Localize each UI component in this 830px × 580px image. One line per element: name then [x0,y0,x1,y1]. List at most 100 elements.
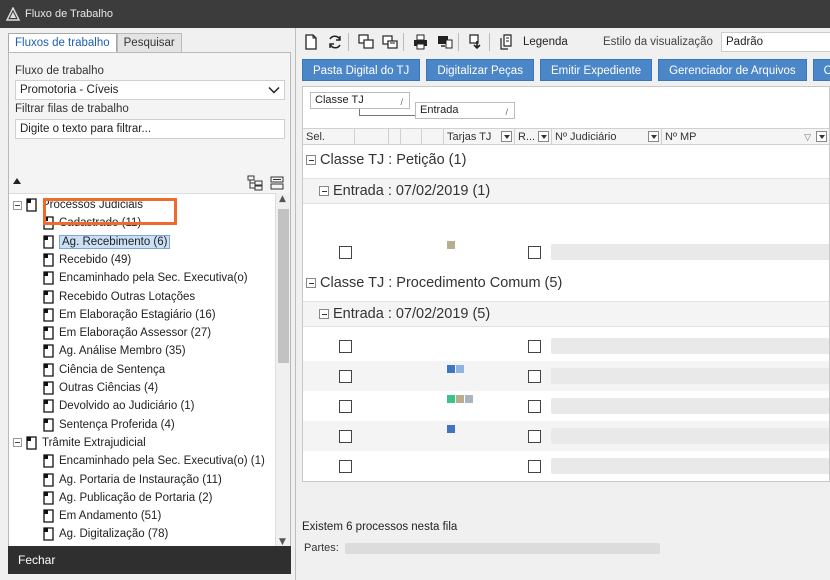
collapse-up-icon[interactable] [13,178,21,184]
column-filter-dropdown-icon[interactable] [648,131,659,142]
row-checkbox[interactable] [528,340,541,353]
filter-label: Filtrar filas de trabalho [15,103,129,115]
tree-item[interactable]: Devolvido ao Judiciário (1) [43,397,195,415]
tree-item[interactable]: Recebido Outras Lotações [43,288,195,306]
tree-item[interactable]: Recebido (49) [43,251,131,269]
column-blank-1[interactable] [355,129,389,145]
tree-item[interactable]: Ciência de Sentença [43,361,165,379]
tree-item[interactable]: Em Andamento (51) [43,507,161,525]
row-checkbox[interactable] [339,370,352,383]
document-icon [43,381,54,395]
column-n-judiciario[interactable]: Nº Judiciário [552,129,662,145]
collapse-icon[interactable] [306,155,316,165]
tree-item[interactable]: Ag. Digitalização (78) [43,525,168,543]
document-icon [43,509,54,523]
redacted-partes [344,542,660,554]
tarja-lightblue [456,365,464,373]
row-checkbox[interactable] [339,430,352,443]
tree-item[interactable]: Encaminhado pela Sec. Executiva(o) (1) [43,452,265,470]
column-filter-dropdown-icon[interactable] [816,131,827,142]
tree-scroll-thumb[interactable] [278,209,289,363]
new-document-icon[interactable] [301,32,321,52]
group-chip-entrada[interactable]: Entrada / [415,102,515,119]
tree-item[interactable]: Cadastrado (11) [43,214,141,232]
tree-item[interactable]: Ag. Análise Membro (35) [43,342,186,360]
view-style-select[interactable]: Padrão [721,32,830,52]
tree-item-label: Ag. Publicação de Portaria (2) [59,491,213,504]
action-button-0[interactable]: Pasta Digital do TJ [302,59,421,81]
legend-icon[interactable] [497,32,517,52]
workflow-select[interactable]: Promotoria - Cíveis [15,80,285,100]
fechar-button[interactable]: Fechar [8,546,291,574]
column-sel[interactable]: Sel. [303,129,355,145]
tab-fluxos-de-trabalho[interactable]: Fluxos de trabalho [8,33,117,53]
expand-all-icon[interactable] [247,175,263,191]
table-row[interactable] [303,391,829,421]
tree-group[interactable]: Processos Judiciais [13,196,143,214]
column-blank-4[interactable] [422,129,444,145]
row-checkbox[interactable] [339,340,352,353]
column-blank-2[interactable] [389,129,401,145]
tree-item[interactable]: Encaminhado pela Sec. Executiva(o) [43,269,248,287]
table-row[interactable] [303,237,829,267]
left-tabs: Fluxos de trabalho Pesquisar [8,33,182,53]
tree-item[interactable]: Ag. Recebimento (6) [43,233,171,251]
tree-vertical-scrollbar[interactable]: ▲ ▼ [275,193,290,551]
action-button-4[interactable]: Co [812,59,830,81]
group-entrada-2[interactable]: Entrada : 07/02/2019 (5) [303,301,829,327]
tree-item[interactable]: Em Elaboração Assessor (27) [43,324,211,342]
table-row[interactable] [303,331,829,361]
tree-item[interactable]: Outras Ciências (4) [43,379,158,397]
tarja-blue [447,365,455,373]
filter-input[interactable]: Digite o texto para filtrar... [15,119,285,139]
action-button-3[interactable]: Gerenciador de Arquivos [658,59,807,81]
tree-item[interactable]: Sentença Proferida (4) [43,416,175,434]
tree-item[interactable]: Em Elaboração Estagiário (16) [43,306,216,324]
partes-info: Partes: [304,542,660,554]
tarja-blue [447,425,455,433]
column-n-mp[interactable]: Nº MP ▽ [662,129,829,145]
group-classe-procedimento-comum[interactable]: Classe TJ : Procedimento Comum (5) [303,270,829,296]
column-tarjas-tj[interactable]: Tarjas TJ [444,129,515,145]
collapse-all-icon[interactable] [269,175,285,191]
table-row[interactable] [303,361,829,391]
row-checkbox[interactable] [339,400,352,413]
collapse-icon[interactable] [319,309,329,319]
legenda-button[interactable]: Legenda [523,36,568,48]
collapse-icon[interactable] [306,278,316,288]
row-checkbox[interactable] [339,460,352,473]
table-row[interactable] [303,421,829,451]
tree-item[interactable]: Ag. Portaria de Instauração (11) [43,471,222,489]
group-classe-peticao[interactable]: Classe TJ : Petição (1) [303,147,829,173]
tile-windows-icon[interactable] [380,32,400,52]
column-blank-3[interactable] [401,129,422,145]
column-header-row: Sel. Tarjas TJ R... Nº Judiciário Nº MP ▽ [303,128,829,145]
export-document-icon[interactable] [466,32,486,52]
row-checkbox[interactable] [528,430,541,443]
toolbar-separator [489,33,490,51]
collapse-icon[interactable] [319,186,329,196]
row-checkbox[interactable] [528,400,541,413]
tree-group[interactable]: Trâmite Extrajudicial [13,434,146,452]
action-button-1[interactable]: Digitalizar Peças [426,59,534,81]
print-icon[interactable] [411,32,431,52]
monitor-icon[interactable] [435,32,455,52]
column-filter-dropdown-icon[interactable] [501,131,512,142]
collapse-icon[interactable] [13,438,22,448]
row-checkbox[interactable] [528,460,541,473]
row-checkbox[interactable] [528,370,541,383]
collapse-icon[interactable] [13,200,22,210]
column-filter-dropdown-icon[interactable] [538,131,549,142]
action-button-2[interactable]: Emitir Expediente [539,59,653,81]
group-chip-classe-tj[interactable]: Classe TJ / [310,92,410,109]
table-row[interactable] [303,451,829,481]
tree-item[interactable]: Ag. Publicação de Portaria (2) [43,489,212,507]
tab-pesquisar[interactable]: Pesquisar [116,33,182,53]
cascade-windows-icon[interactable] [356,32,376,52]
scroll-up-icon[interactable]: ▲ [279,194,286,204]
group-entrada-1[interactable]: Entrada : 07/02/2019 (1) [303,178,829,204]
row-checkbox[interactable] [528,246,541,259]
row-checkbox[interactable] [339,246,352,259]
column-r[interactable]: R... [515,129,552,145]
refresh-icon[interactable] [325,32,345,52]
